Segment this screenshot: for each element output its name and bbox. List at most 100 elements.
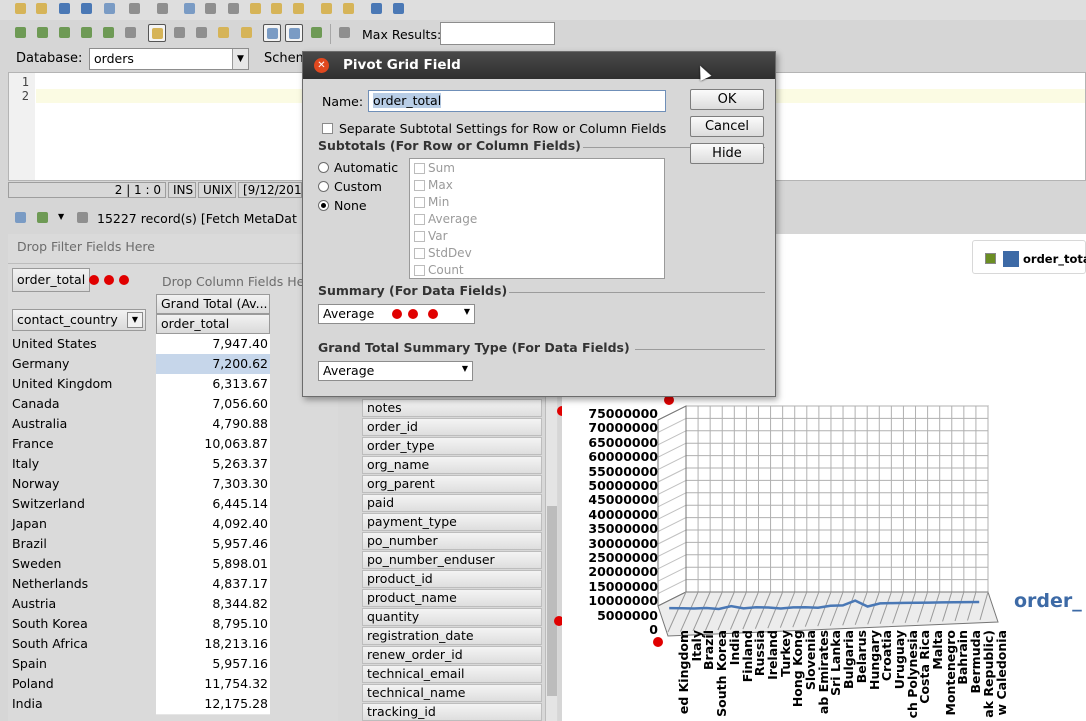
grid-view-icon[interactable] [74,209,92,227]
drop-column-area[interactable]: Drop Column Fields He [162,274,304,289]
auto-commit-icon[interactable] [148,24,166,42]
commit-icon[interactable] [171,24,189,42]
database-select[interactable]: orders ▼ [89,48,249,70]
subtotal-checkbox[interactable] [414,197,425,208]
field-list-item[interactable]: po_number_enduser [362,551,542,569]
table-row[interactable]: Sweden 5,898.01 [8,554,270,575]
disconnect-icon[interactable] [390,0,408,18]
radio-none-label[interactable]: None [334,198,367,213]
new-file-icon[interactable] [12,0,30,18]
field-list-item[interactable]: product_id [362,570,542,588]
radio-none[interactable] [318,200,329,211]
scrollbar-thumb[interactable] [547,506,557,696]
execute-explain-icon[interactable] [100,24,118,42]
execute-script-icon[interactable] [78,24,96,42]
paste-icon[interactable] [247,0,265,18]
field-list-item[interactable]: tracking_id [362,703,542,721]
table-row[interactable]: Italy 5,263.37 [8,454,270,475]
table-row[interactable]: South Korea 8,795.10 [8,614,270,635]
radio-custom-label[interactable]: Custom [334,179,382,194]
table-row[interactable]: Australia 4,790.88 [8,414,270,435]
table-row[interactable]: France 10,063.87 [8,434,270,455]
cut-icon[interactable] [202,0,220,18]
field-list-item[interactable]: order_type [362,437,542,455]
select-all-icon[interactable] [181,0,199,18]
field-list-item[interactable]: order_id [362,418,542,436]
table-row[interactable]: Canada 7,056.60 [8,394,270,415]
hide-button[interactable]: Hide [690,143,764,164]
result-grid-icon[interactable] [263,24,281,42]
table-row[interactable]: Poland 11,754.32 [8,674,270,695]
find-icon[interactable] [318,0,336,18]
execute-icon[interactable] [34,24,52,42]
field-list-item[interactable]: org_parent [362,475,542,493]
table-row[interactable]: United States 7,947.40 [8,334,270,355]
subtotal-checkbox[interactable] [414,248,425,259]
row-field-contact-country[interactable]: contact_country ▼ [12,309,146,331]
field-list-item[interactable]: notes [362,399,542,417]
save-all-icon[interactable] [78,0,96,18]
cancel-button[interactable]: Cancel [690,116,764,137]
subtotal-checkbox[interactable] [414,180,425,191]
data-field-order-total[interactable]: order_total [12,268,91,292]
field-list-item[interactable]: product_name [362,589,542,607]
execute-current-icon[interactable] [56,24,74,42]
radio-custom[interactable] [318,181,329,192]
export-dropdown-chevron-icon[interactable]: ▼ [58,212,64,221]
field-list-item[interactable]: po_number [362,532,542,550]
ok-button[interactable]: OK [690,89,764,110]
page-setup-icon[interactable] [154,0,172,18]
drop-filter-area[interactable]: Drop Filter Fields Here [17,239,155,254]
pivot-layout-icon[interactable] [12,209,30,227]
redo-icon[interactable] [290,0,308,18]
table-row[interactable]: India 12,175.28 [8,694,270,715]
table-row[interactable]: Switzerland 6,445.14 [8,494,270,515]
field-list-item[interactable]: renew_order_id [362,646,542,664]
export-icon[interactable] [101,0,119,18]
subtotal-checkbox[interactable] [414,214,425,225]
copy-icon[interactable] [225,0,243,18]
grand-total-select[interactable]: Average ▼ [318,361,473,381]
field-list-item[interactable]: quantity [362,608,542,626]
field-list-item[interactable]: payment_type [362,513,542,531]
field-list-item[interactable]: registration_date [362,627,542,645]
rollback-icon[interactable] [193,24,211,42]
field-list-item[interactable]: technical_name [362,684,542,702]
close-icon[interactable]: ✕ [314,58,329,73]
format-icon[interactable] [215,24,233,42]
table-row[interactable]: Brazil 5,957.46 [8,534,270,555]
execute-all-icon[interactable] [12,24,30,42]
print-icon[interactable] [126,0,144,18]
field-list-item[interactable]: technical_email [362,665,542,683]
table-row[interactable]: Norway 7,303.30 [8,474,270,495]
max-results-input[interactable] [440,22,555,45]
results-options-icon[interactable] [336,24,354,42]
subtotal-checkbox[interactable] [414,265,425,276]
field-list-item[interactable]: org_name [362,456,542,474]
name-input[interactable]: order_total [368,90,666,112]
subtotal-checkbox[interactable] [414,231,425,242]
save-icon[interactable] [56,0,74,18]
table-row[interactable]: United Kingdom 6,313.67 [8,374,270,395]
open-folder-icon[interactable] [33,0,51,18]
export-excel-icon[interactable] [34,209,52,227]
radio-automatic-label[interactable]: Automatic [334,160,398,175]
field-list-item[interactable]: paid [362,494,542,512]
radio-automatic[interactable] [318,162,329,173]
separate-subtotal-checkbox[interactable] [322,123,333,134]
table-row[interactable]: Spain 5,957.16 [8,654,270,675]
subtotal-checkbox[interactable] [414,163,425,174]
table-row[interactable]: South Africa 18,213.16 [8,634,270,655]
table-row[interactable]: Japan 4,092.40 [8,514,270,535]
undo-icon[interactable] [268,0,286,18]
field-list-scrollbar[interactable] [545,396,557,721]
table-row[interactable]: Austria 8,344.82 [8,594,270,615]
table-row[interactable]: Netherlands 4,837.17 [8,574,270,595]
connect-icon[interactable] [368,0,386,18]
result-text-icon[interactable] [308,24,326,42]
stop-icon[interactable] [122,24,140,42]
result-tabs-icon[interactable] [285,24,303,42]
table-row[interactable]: Germany 7,200.62 [8,354,270,375]
find-replace-icon[interactable] [340,0,358,18]
history-icon[interactable] [238,24,256,42]
